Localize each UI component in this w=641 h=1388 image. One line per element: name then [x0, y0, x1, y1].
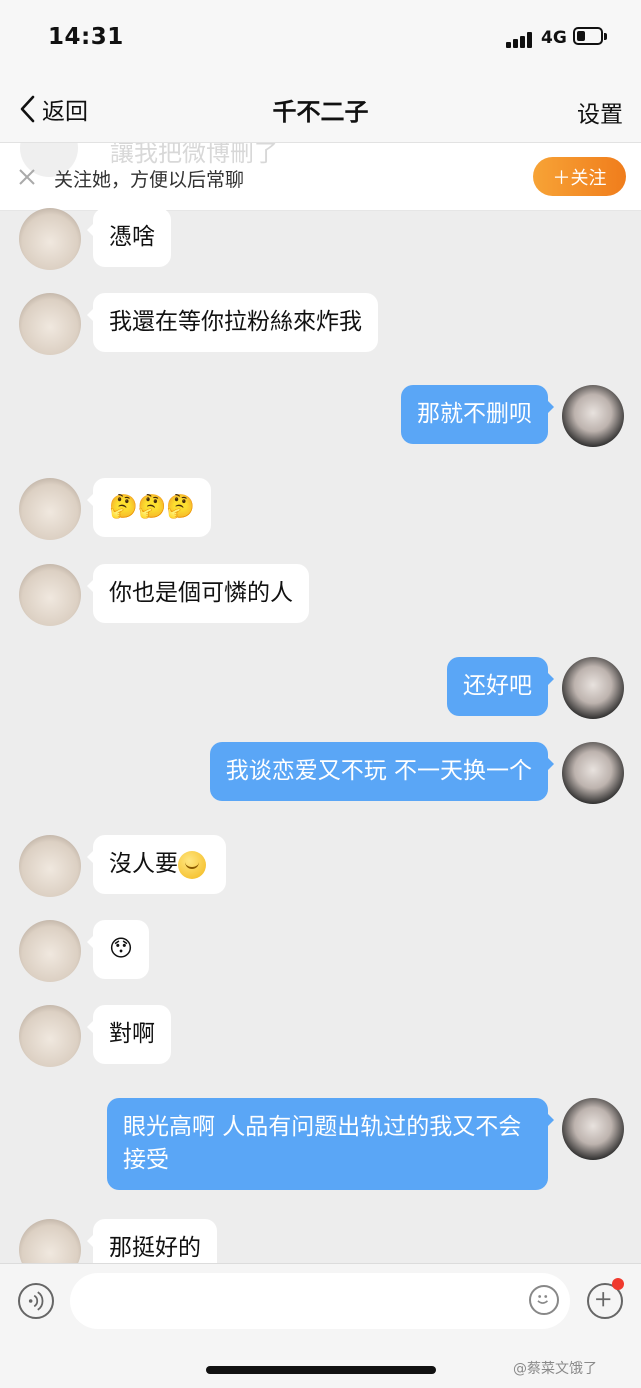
chevron-left-icon — [20, 95, 35, 123]
contact-avatar[interactable] — [19, 564, 81, 626]
voice-button[interactable] — [18, 1283, 54, 1319]
watermark: @蔡菜文饿了 — [513, 1361, 597, 1377]
contact-avatar[interactable] — [19, 920, 81, 982]
signal-icon — [506, 31, 536, 48]
message-input[interactable] — [70, 1273, 570, 1329]
close-icon[interactable] — [15, 165, 39, 189]
follow-banner: 讓我把微博刪了 关注她，方便以后常聊 ＋关注 — [0, 143, 641, 211]
voice-icon — [28, 1291, 44, 1311]
notification-dot — [612, 1278, 624, 1290]
outgoing-message: 还好吧 — [447, 657, 554, 716]
status-time: 14:31 — [48, 24, 124, 50]
battery-icon — [573, 27, 609, 47]
network-type: 4G — [541, 28, 567, 48]
incoming-message: 你也是個可憐的人 — [87, 564, 309, 623]
follow-prompt: 关注她，方便以后常聊 — [54, 169, 245, 191]
contact-avatar[interactable] — [19, 478, 81, 540]
incoming-message: 我還在等你拉粉絲來炸我 — [87, 293, 378, 352]
user-avatar[interactable] — [562, 742, 624, 804]
status-bar: 14:31 4G — [0, 0, 641, 78]
incoming-message: 憑啥 — [87, 208, 171, 267]
incoming-message-text: 沒人要 — [109, 851, 178, 877]
incoming-message: 🤔🤔🤔 — [87, 478, 211, 537]
back-label: 返回 — [42, 99, 88, 125]
contact-avatar[interactable] — [19, 208, 81, 270]
outgoing-message: 眼光高啊 人品有问题出轨过的我又不会接受 — [107, 1098, 554, 1190]
outgoing-message: 那就不删呗 — [401, 385, 554, 444]
home-indicator — [206, 1366, 436, 1374]
incoming-message: 沒人要 — [87, 835, 226, 894]
user-avatar[interactable] — [562, 657, 624, 719]
follow-button[interactable]: ＋关注 — [533, 157, 626, 196]
sleepy-emoji-icon — [178, 850, 206, 879]
nav-bar: 返回 千不二子 设置 — [0, 78, 641, 143]
contact-avatar[interactable] — [19, 835, 81, 897]
settings-button[interactable]: 设置 — [577, 95, 623, 129]
emoji-button[interactable] — [529, 1285, 559, 1315]
incoming-message: 對啊 — [87, 1005, 171, 1064]
back-button[interactable]: 返回 — [18, 92, 88, 126]
user-avatar[interactable] — [562, 385, 624, 447]
incoming-message: 😯 — [87, 920, 149, 979]
contact-avatar[interactable] — [19, 1005, 81, 1067]
contact-avatar[interactable] — [19, 293, 81, 355]
smiley-icon — [537, 1295, 548, 1304]
outgoing-message: 我谈恋爱又不玩 不一天换一个 — [209, 742, 555, 801]
user-avatar[interactable] — [562, 1098, 624, 1160]
page-title: 千不二子 — [272, 98, 369, 126]
